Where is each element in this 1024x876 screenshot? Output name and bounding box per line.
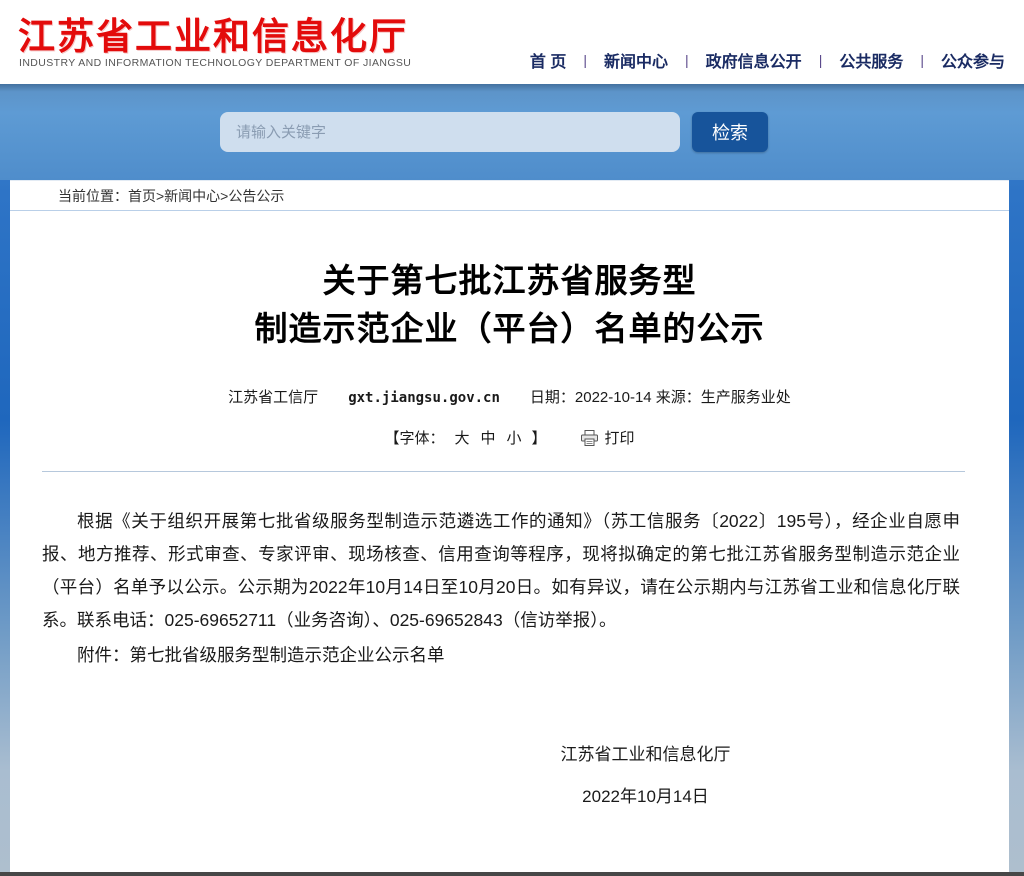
site-logo-subtitle: INDUSTRY AND INFORMATION TECHNOLOGY DEPA… <box>19 57 411 69</box>
search-button[interactable]: 检索 <box>692 112 768 152</box>
article-meta: 江苏省工信厅 gxt.jiangsu.gov.cn 日期：2022-10-14 … <box>10 386 1009 407</box>
meta-date-source: 日期：2022-10-14 来源：生产服务业处 <box>530 386 791 407</box>
print-button[interactable]: 打印 <box>581 427 635 448</box>
font-size-prefix: 【字体： <box>384 427 444 448</box>
page-title-line1: 关于第七批江苏省服务型 <box>323 262 697 299</box>
breadcrumb-path[interactable]: 首页>新闻中心>公告公示 <box>128 186 284 206</box>
nav-item-public-service[interactable]: 公共服务 <box>839 48 903 72</box>
nav-item-gov-info[interactable]: 政府信息公开 <box>706 48 802 72</box>
main-nav: 首 页 | 新闻中心 | 政府信息公开 | 公共服务 | 公众参与 <box>530 48 1005 72</box>
attachment-line: 附件：第七批省级服务型制造示范企业公示名单 <box>42 639 960 672</box>
nav-item-public-participation[interactable]: 公众参与 <box>941 48 1005 72</box>
content-panel: 当前位置： 首页>新闻中心>公告公示 关于第七批江苏省服务型 制造示范企业（平台… <box>10 180 1009 872</box>
signature-name: 江苏省工业和信息化厅 <box>146 734 1024 776</box>
font-size-controls: 大 中 小 <box>454 427 521 448</box>
breadcrumb: 当前位置： 首页>新闻中心>公告公示 <box>10 181 1009 211</box>
search-bar: 检索 <box>0 112 768 152</box>
nav-separator: | <box>819 52 823 68</box>
nav-separator: | <box>583 52 587 68</box>
font-size-medium-button[interactable]: 中 <box>480 427 495 448</box>
page-title-line2: 制造示范企业（平台）名单的公示 <box>255 310 765 347</box>
site-header: 江苏省工业和信息化厅 INDUSTRY AND INFORMATION TECH… <box>0 0 1024 84</box>
search-input[interactable] <box>220 112 680 152</box>
article-paragraph: 根据《关于组织开展第七批省级服务型制造示范遴选工作的通知》（苏工信服务〔2022… <box>42 505 960 637</box>
divider <box>42 471 965 472</box>
print-label: 打印 <box>605 427 635 448</box>
font-size-large-button[interactable]: 大 <box>454 427 469 448</box>
printer-icon <box>581 430 598 446</box>
nav-separator: | <box>685 52 689 68</box>
banner: 检索 <box>0 84 1024 180</box>
signature-block: 江苏省工业和信息化厅 2022年10月14日 <box>146 734 1024 818</box>
font-size-suffix: 】 <box>532 427 547 448</box>
meta-source-dept: 江苏省工信厅 <box>228 386 318 407</box>
nav-separator: | <box>920 52 924 68</box>
site-logo[interactable]: 江苏省工业和信息化厅 <box>18 6 408 60</box>
nav-item-news[interactable]: 新闻中心 <box>604 48 668 72</box>
article-toolbar: 【字体： 大 中 小 】 打印 <box>10 427 1009 448</box>
page-title: 关于第七批江苏省服务型 制造示范企业（平台）名单的公示 <box>10 257 1009 353</box>
signature-date: 2022年10月14日 <box>146 776 1024 818</box>
font-size-small-button[interactable]: 小 <box>507 427 522 448</box>
meta-site-url: gxt.jiangsu.gov.cn <box>348 390 500 406</box>
bottom-strip <box>0 872 1024 876</box>
nav-item-home[interactable]: 首 页 <box>530 48 566 72</box>
article-body: 根据《关于组织开展第七批省级服务型制造示范遴选工作的通知》（苏工信服务〔2022… <box>42 505 960 672</box>
breadcrumb-label: 当前位置： <box>58 186 128 206</box>
